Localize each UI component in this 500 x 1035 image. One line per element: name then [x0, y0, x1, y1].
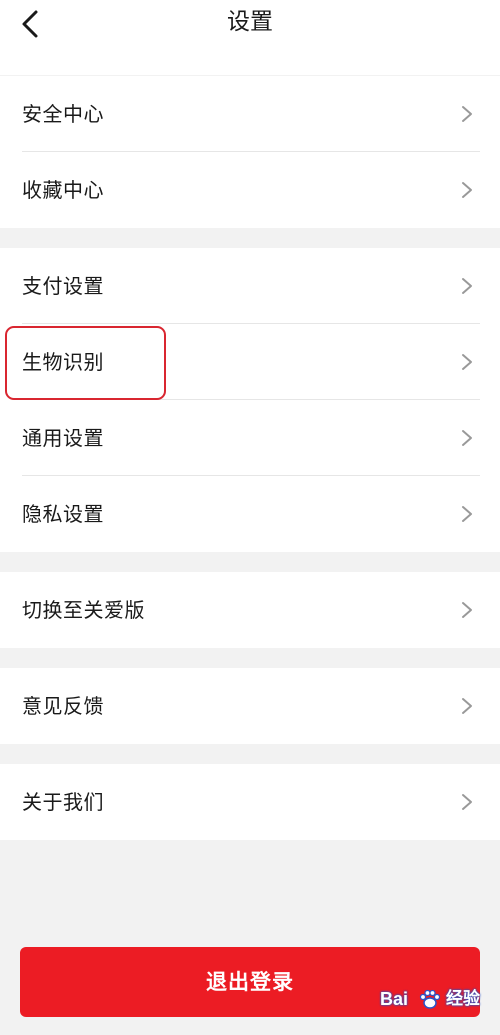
chevron-right-icon — [462, 106, 472, 122]
settings-page: 设置 安全中心 收藏中心 支付设置 生物识别 通用设置 隐私设置 切换至关爱版 … — [0, 0, 500, 1035]
settings-item-payment-settings[interactable]: 支付设置 — [0, 248, 500, 324]
chevron-right-icon — [462, 278, 472, 294]
chevron-right-icon — [462, 354, 472, 370]
settings-item-label: 收藏中心 — [22, 178, 104, 202]
top-bar: 设置 — [0, 0, 500, 75]
settings-item-about-us[interactable]: 关于我们 — [0, 764, 500, 840]
settings-item-privacy-settings[interactable]: 隐私设置 — [0, 476, 500, 552]
settings-group-2: 支付设置 生物识别 通用设置 隐私设置 — [0, 248, 500, 552]
settings-item-feedback[interactable]: 意见反馈 — [0, 668, 500, 744]
logout-button[interactable]: 退出登录 — [20, 947, 480, 1017]
chevron-right-icon — [462, 602, 472, 618]
settings-group-5: 关于我们 — [0, 764, 500, 840]
settings-group-3: 切换至关爱版 — [0, 572, 500, 648]
settings-group-4: 意见反馈 — [0, 668, 500, 744]
chevron-right-icon — [462, 794, 472, 810]
settings-item-label: 切换至关爱版 — [22, 598, 145, 622]
chevron-right-icon — [462, 698, 472, 714]
chevron-right-icon — [462, 506, 472, 522]
settings-item-label: 意见反馈 — [22, 694, 104, 718]
settings-item-biometrics[interactable]: 生物识别 — [0, 324, 500, 400]
settings-item-label: 生物识别 — [22, 350, 104, 374]
settings-item-security-center[interactable]: 安全中心 — [0, 76, 500, 152]
settings-group-1: 安全中心 收藏中心 — [0, 76, 500, 228]
chevron-right-icon — [462, 182, 472, 198]
settings-item-care-mode[interactable]: 切换至关爱版 — [0, 572, 500, 648]
settings-item-label: 安全中心 — [22, 102, 104, 126]
settings-item-label: 通用设置 — [22, 426, 104, 450]
settings-item-favorites-center[interactable]: 收藏中心 — [0, 152, 500, 228]
settings-item-label: 关于我们 — [22, 790, 104, 814]
chevron-right-icon — [462, 430, 472, 446]
page-title: 设置 — [227, 9, 273, 35]
logout-button-label: 退出登录 — [206, 970, 294, 994]
settings-item-label: 隐私设置 — [22, 502, 104, 526]
settings-item-label: 支付设置 — [22, 274, 104, 298]
settings-item-general-settings[interactable]: 通用设置 — [0, 400, 500, 476]
